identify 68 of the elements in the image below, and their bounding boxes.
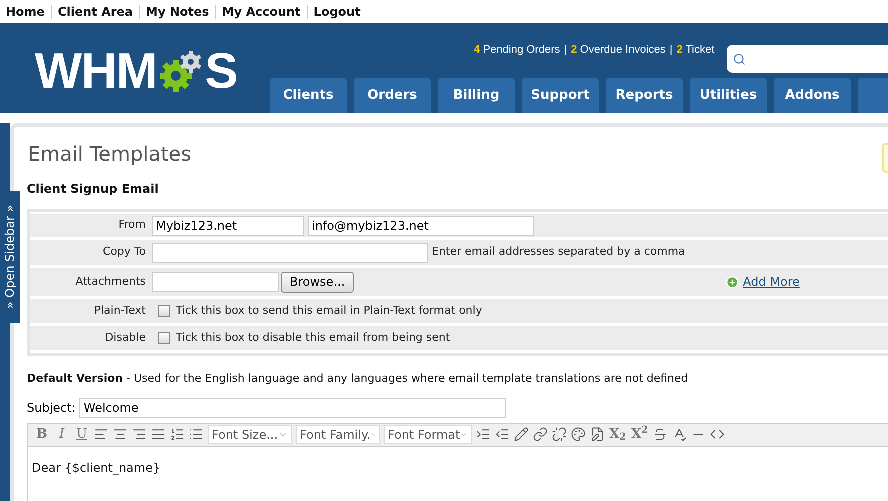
add-icon — [726, 276, 740, 288]
nav-tab[interactable]: Addons — [774, 78, 851, 113]
editor-text: Dear {$client_name} — [31, 460, 161, 476]
palette-icon[interactable] — [571, 427, 586, 442]
document-edit-icon[interactable] — [590, 427, 605, 442]
search-field[interactable] — [727, 45, 888, 73]
stat-link[interactable]: 4 Pending Orders — [474, 42, 560, 58]
align-justify-icon[interactable] — [151, 427, 166, 442]
input-field[interactable] — [152, 242, 428, 262]
top-link[interactable]: Client Area — [58, 2, 134, 20]
toolbar-select[interactable]: Font Size... — [208, 425, 292, 444]
format-button[interactable]: I — [54, 424, 70, 444]
stat-link[interactable]: 2 Ticket — [676, 42, 715, 58]
nav-tab[interactable]: Billing — [438, 78, 515, 113]
gear-logo-icon — [158, 49, 204, 93]
script-button[interactable]: X$_{2}$ — [609, 424, 627, 444]
stat-link[interactable]: 2 Overdue Invoices — [571, 42, 666, 58]
bullet-list-icon[interactable] — [189, 427, 204, 442]
strikethrough-icon[interactable] — [653, 427, 668, 442]
format-button[interactable]: B — [34, 424, 50, 444]
section-title: Client Signup Email — [27, 181, 159, 198]
logo-text: WHM — [35, 46, 157, 96]
top-link[interactable]: My Account — [222, 2, 301, 20]
script-button[interactable]: X$^{2}$ — [631, 424, 649, 444]
logo-text: S — [204, 46, 238, 96]
nav-tab[interactable]: Support — [522, 78, 599, 113]
field-label: Copy To — [102, 244, 147, 260]
top-link[interactable]: My Notes — [146, 2, 210, 20]
unlink-icon[interactable] — [552, 427, 567, 442]
hint-text: Enter email addresses separated by a comma — [432, 244, 686, 260]
field-label: Attachments — [74, 274, 147, 290]
align-right-icon[interactable] — [132, 427, 147, 442]
top-link[interactable]: Logout — [314, 2, 361, 20]
option-text: Tick this box to disable this email from being sent — [176, 330, 450, 346]
version-description: Default Version - Used for the English language and any languages where email template translations are not defined — [27, 371, 688, 387]
browse-button[interactable]: Browse... — [281, 272, 354, 292]
checkbox[interactable] — [158, 305, 170, 317]
align-left-icon[interactable] — [94, 427, 109, 442]
page-title: Email Templates — [27, 141, 192, 167]
option-text: Tick this box to send this email in Plain-Text format only — [176, 302, 482, 319]
subject-field[interactable]: Welcome — [78, 398, 506, 418]
pencil-icon[interactable] — [514, 427, 529, 442]
add-more-link[interactable]: Add More — [743, 273, 800, 291]
notice-box — [882, 143, 888, 173]
file-field[interactable] — [152, 272, 279, 292]
numbered-list-icon[interactable] — [170, 427, 185, 442]
toolbar-select[interactable]: Font Format — [384, 425, 472, 444]
checkbox[interactable] — [158, 332, 170, 344]
field-label: Plain-Text — [93, 302, 147, 319]
format-button[interactable]: U — [74, 424, 90, 444]
field-label: From — [118, 217, 147, 234]
input-field[interactable]: info@mybiz123.net — [308, 216, 534, 236]
separator-text: | — [564, 43, 568, 58]
separator-text: | — [670, 43, 673, 58]
top-link[interactable]: Home — [6, 2, 45, 20]
nav-tab[interactable]: Reports — [606, 78, 683, 113]
link-icon[interactable] — [533, 427, 548, 442]
toolbar-select[interactable]: Font Family. — [296, 425, 380, 444]
align-center-icon[interactable] — [113, 427, 128, 442]
nav-tab[interactable]: Orders — [354, 78, 431, 113]
input-field[interactable]: Mybiz123.net — [152, 216, 304, 236]
outdent-icon[interactable] — [495, 427, 510, 442]
subject-label: Subject: — [27, 400, 76, 416]
nav-tab[interactable]: Utilities — [690, 78, 767, 113]
indent-icon[interactable] — [476, 427, 491, 442]
field-label: Disable — [104, 330, 147, 346]
search-icon — [733, 52, 746, 66]
nav-tab[interactable]: Clients — [270, 78, 347, 113]
